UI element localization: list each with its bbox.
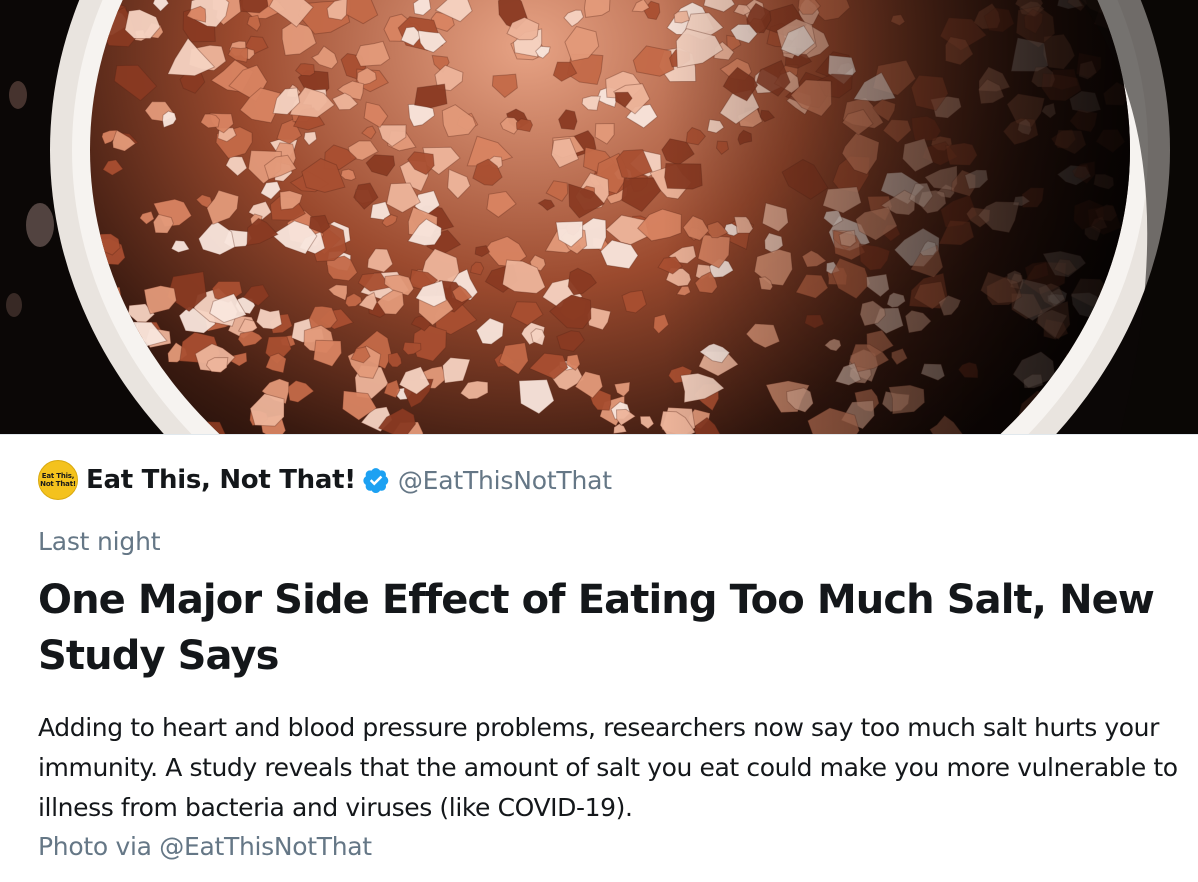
verified-badge-icon [363,468,389,494]
salt-bowl-photo [0,0,1198,434]
avatar-logo-line2: Not That! [40,480,76,488]
account-row[interactable]: Eat This, Not That! Eat This, Not That! … [38,458,612,502]
photo-credit[interactable]: Photo via @EatThisNotThat [38,829,372,865]
description: Adding to heart and blood pressure probl… [38,713,1178,822]
divider [0,434,1198,435]
hero-image[interactable] [0,0,1198,434]
account-handle[interactable]: @EatThisNotThat [398,466,612,495]
avatar-logo-line1: Eat This, [41,472,75,480]
moment-card[interactable]: Eat This, Not That! Eat This, Not That! … [0,0,1198,882]
headline[interactable]: One Major Side Effect of Eating Too Much… [38,572,1158,684]
account-name[interactable]: Eat This, Not That! [86,465,356,495]
avatar[interactable]: Eat This, Not That! [38,460,78,500]
timestamp: Last night [38,527,161,556]
